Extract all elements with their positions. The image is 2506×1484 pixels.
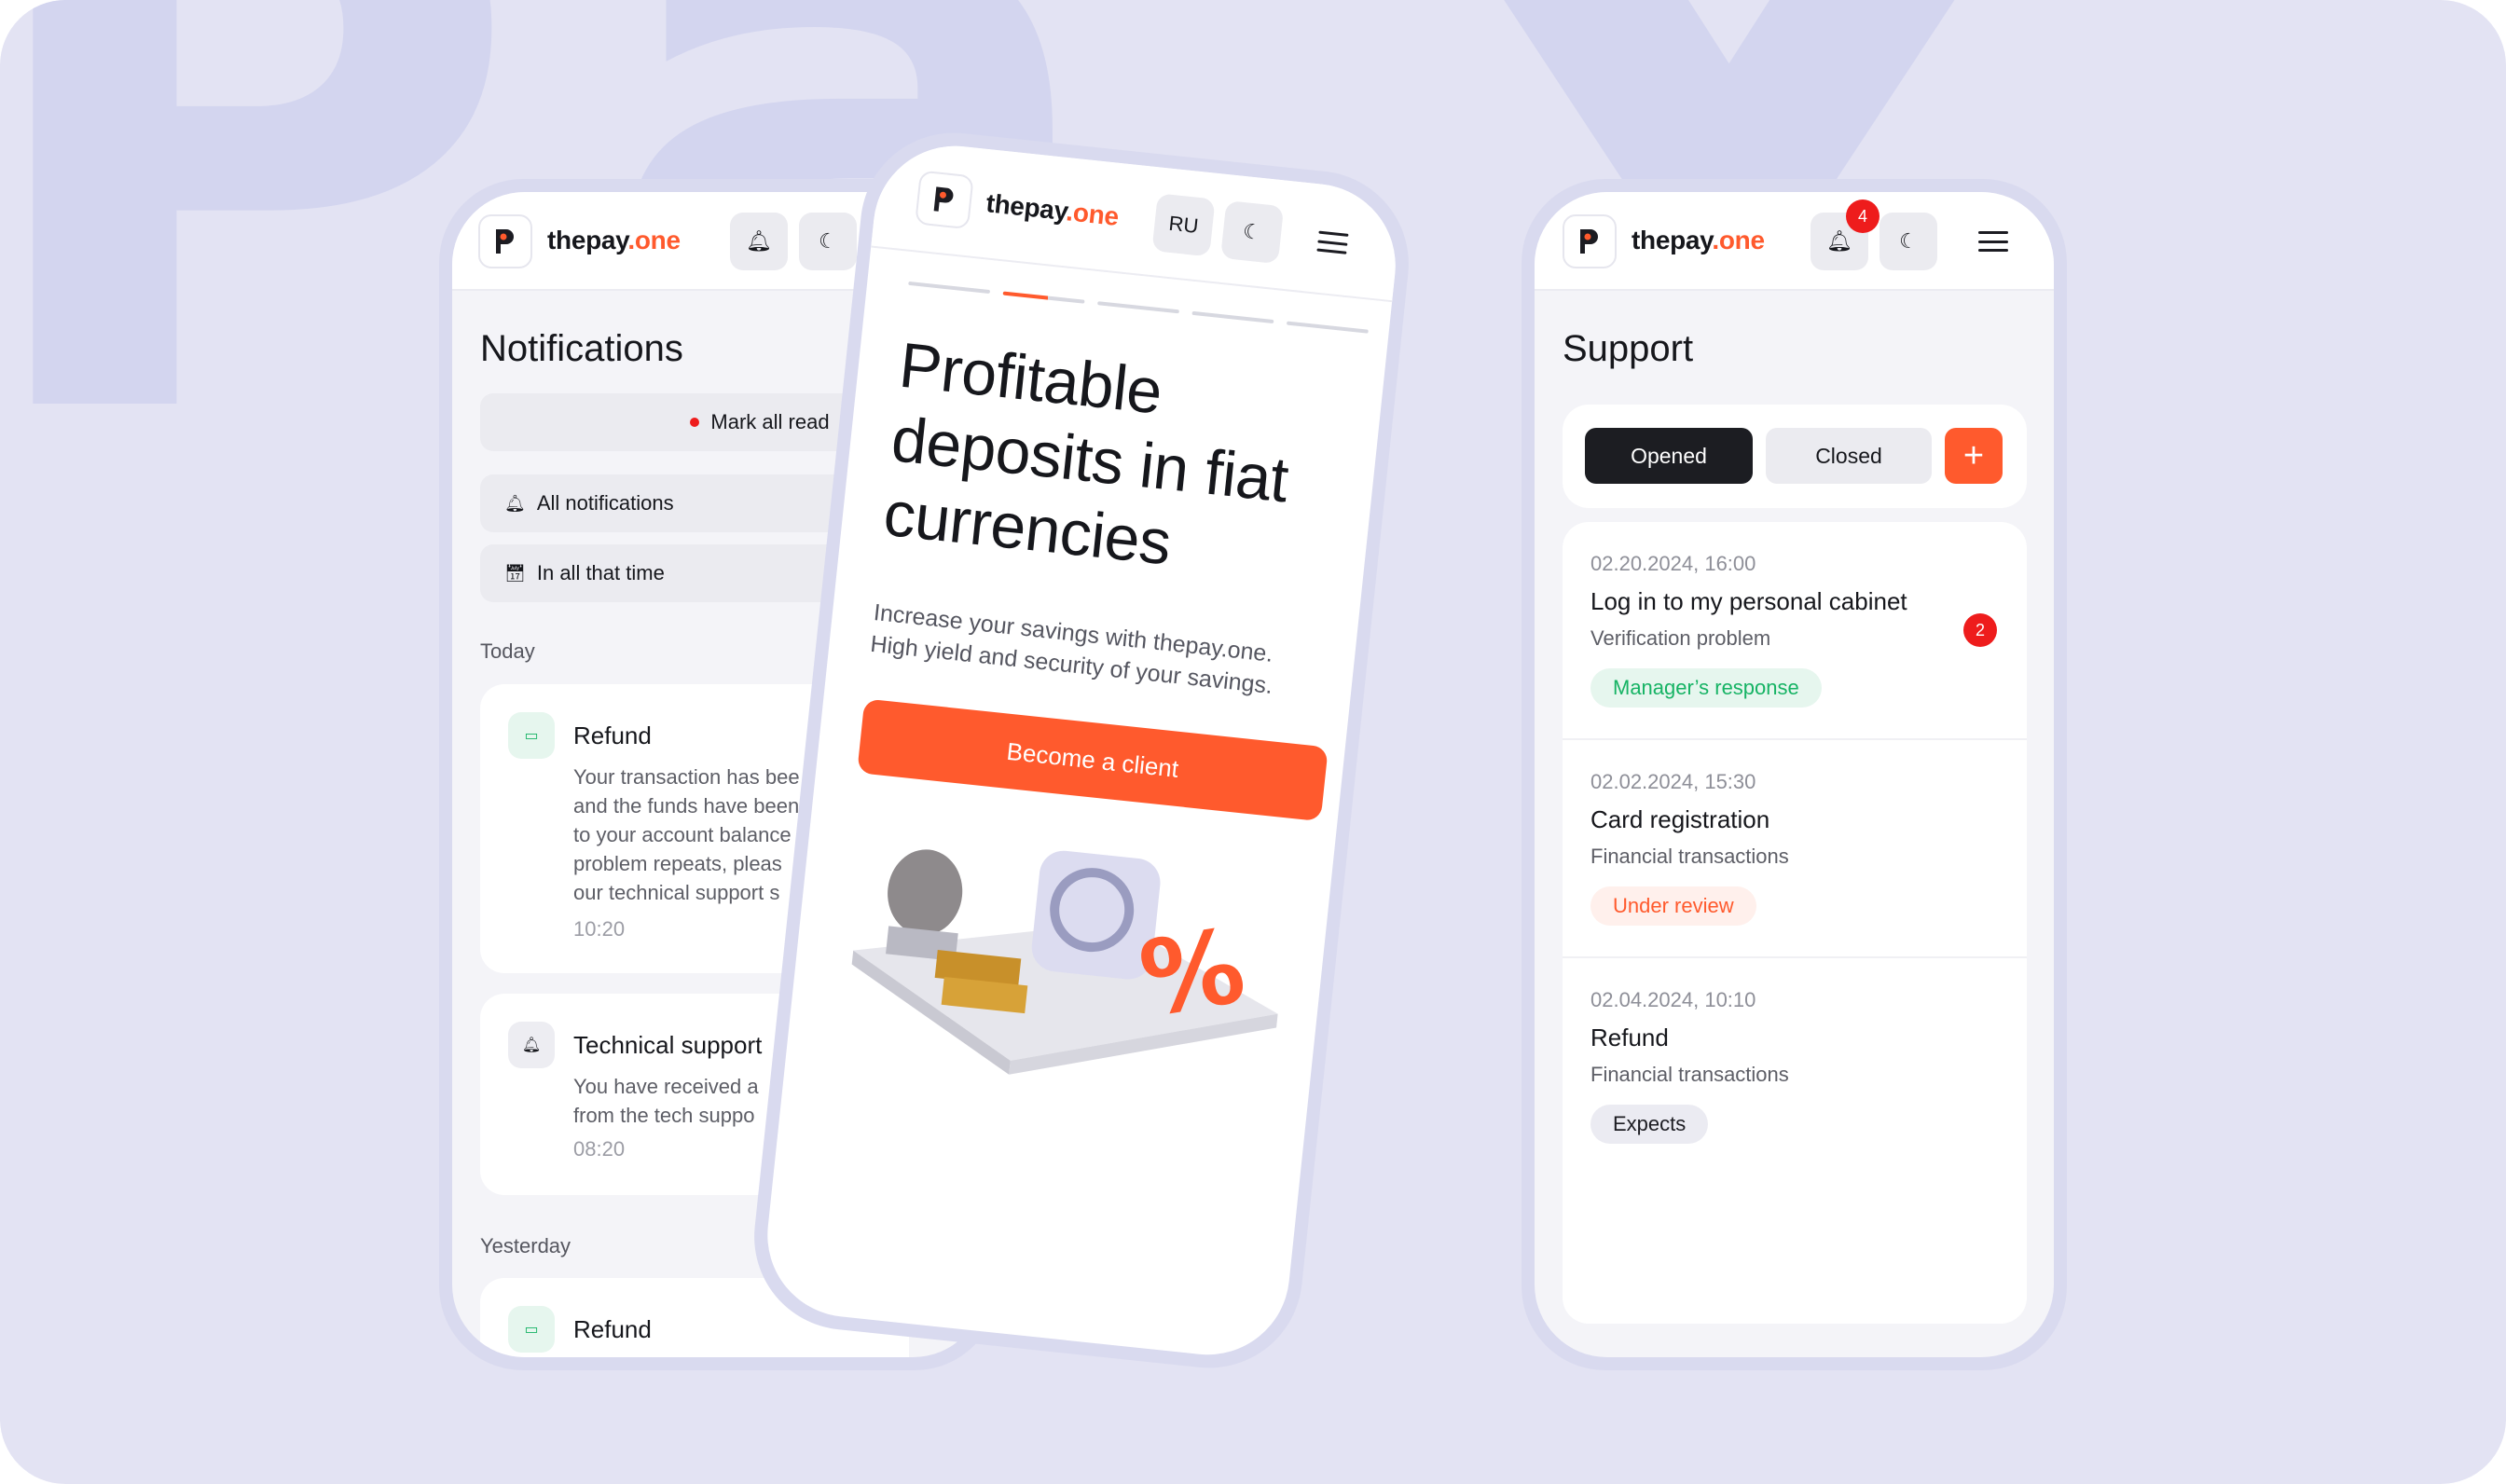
phone-support: thepay.one 🔔︎ 4 ☾ Support Opened Closed … <box>1522 179 2067 1370</box>
slide-dot[interactable] <box>1191 310 1274 324</box>
header: thepay.one RU ☾ <box>871 138 1404 303</box>
notification-title: Refund <box>573 721 652 749</box>
add-ticket-button[interactable]: + <box>1945 428 2003 484</box>
notification-time: 10:20 <box>573 917 626 941</box>
slide-dot-active[interactable] <box>1002 291 1085 304</box>
moon-icon: ☾ <box>1899 229 1918 253</box>
slide-dot[interactable] <box>1097 301 1179 314</box>
card-icon: ▭ <box>508 712 555 759</box>
ticket-item[interactable]: 02.02.2024, 15:30 Card registration Fina… <box>1563 740 2027 958</box>
tab-opened[interactable]: Opened <box>1585 428 1753 484</box>
notification-text: Your transaction has bee and the funds h… <box>573 765 800 904</box>
language-button[interactable]: RU <box>1151 193 1216 257</box>
logo-icon <box>496 229 514 254</box>
ticket-tabs: Opened Closed + <box>1563 405 2027 508</box>
notification-title: Technical support <box>573 1031 763 1059</box>
slide-dot[interactable] <box>1286 321 1369 334</box>
group-label: Today <box>480 639 535 663</box>
notifications-button[interactable]: 🔔︎ 4 <box>1811 199 1880 270</box>
percent-icon: % <box>1132 906 1252 1040</box>
ticket-category: Verification problem <box>1590 626 1771 650</box>
ticket-category: Financial transactions <box>1590 1063 1789 1086</box>
theme-toggle[interactable]: ☾ <box>799 213 857 270</box>
mark-all-read-label: Mark all read <box>710 410 830 433</box>
brand-name: thepay.one <box>984 188 1121 231</box>
logo[interactable] <box>915 170 974 230</box>
logo-icon <box>1580 229 1598 254</box>
status-badge: Under review <box>1590 886 1756 926</box>
page-title: Support <box>1563 328 1694 369</box>
logo-icon <box>933 186 954 212</box>
status-badge: Manager’s response <box>1590 668 1822 708</box>
ticket-item[interactable]: 02.04.2024, 10:10 Refund Financial trans… <box>1563 958 2027 1176</box>
theme-toggle[interactable]: ☾ <box>1220 200 1285 265</box>
menu-button[interactable] <box>1316 230 1349 254</box>
bell-icon: 🔔︎ <box>504 493 526 513</box>
ticket-date: 02.20.2024, 16:00 <box>1590 552 1756 575</box>
ticket-title: Log in to my personal cabinet <box>1590 587 1907 615</box>
mark-all-read-button[interactable]: Mark all read <box>480 393 890 451</box>
logo[interactable] <box>478 214 532 268</box>
bell-icon: 🔔︎ <box>746 229 772 253</box>
ticket-title: Card registration <box>1590 805 1770 833</box>
moon-icon: ☾ <box>1242 219 1263 245</box>
logo[interactable] <box>1563 214 1617 268</box>
filter-label: In all that time <box>536 561 665 584</box>
plus-icon: + <box>1962 435 1985 475</box>
menu-button[interactable] <box>1978 231 2008 252</box>
subtitle: Increase your savings with thepay.one. H… <box>869 598 1274 699</box>
brand-name: thepay.one <box>547 226 681 254</box>
notification-count-badge: 4 <box>1846 199 1880 233</box>
tab-closed[interactable]: Closed <box>1766 428 1932 484</box>
savings-illustration: % <box>851 849 1278 1075</box>
background: P a Y thepay.one 🔔︎ ☾ Notifications Mark… <box>0 0 2506 1484</box>
unread-count-badge: 2 <box>1963 613 1997 647</box>
notification-title: Refund <box>573 1315 652 1343</box>
page-title: Notifications <box>480 328 683 369</box>
header: thepay.one 🔔︎ 4 ☾ <box>1535 192 2054 291</box>
card-icon: ▭ <box>508 1306 555 1353</box>
bell-icon: 🔔︎ <box>1826 229 1852 253</box>
moon-icon: ☾ <box>819 229 837 253</box>
ticket-item[interactable]: 02.20.2024, 16:00 Log in to my personal … <box>1563 522 2027 740</box>
notification-text: You have received a from the tech suppo <box>573 1075 759 1127</box>
notifications-button[interactable]: 🔔︎ <box>730 213 788 270</box>
bell-icon: 🔔︎ <box>508 1022 555 1068</box>
notification-time: 08:20 <box>573 1137 626 1161</box>
status-badge: Expects <box>1590 1105 1709 1144</box>
ticket-list: 02.20.2024, 16:00 Log in to my personal … <box>1563 522 2027 1324</box>
ticket-date: 02.04.2024, 10:10 <box>1590 988 1756 1011</box>
become-client-button[interactable]: Become a client <box>857 698 1329 822</box>
slide-dot[interactable] <box>908 281 991 295</box>
coin-icon <box>888 849 963 936</box>
unread-dot-icon <box>690 418 700 427</box>
filter-label: All notifications <box>536 491 674 515</box>
calendar-icon: 📅︎ <box>504 563 526 583</box>
headline: Profitable deposits in fiat currencies <box>880 329 1292 579</box>
ticket-category: Financial transactions <box>1590 845 1789 868</box>
brand-name: thepay.one <box>1632 226 1765 254</box>
theme-toggle[interactable]: ☾ <box>1880 213 1937 270</box>
ticket-date: 02.02.2024, 15:30 <box>1590 770 1756 793</box>
ticket-title: Refund <box>1590 1024 1669 1051</box>
group-label: Yesterday <box>480 1234 571 1257</box>
